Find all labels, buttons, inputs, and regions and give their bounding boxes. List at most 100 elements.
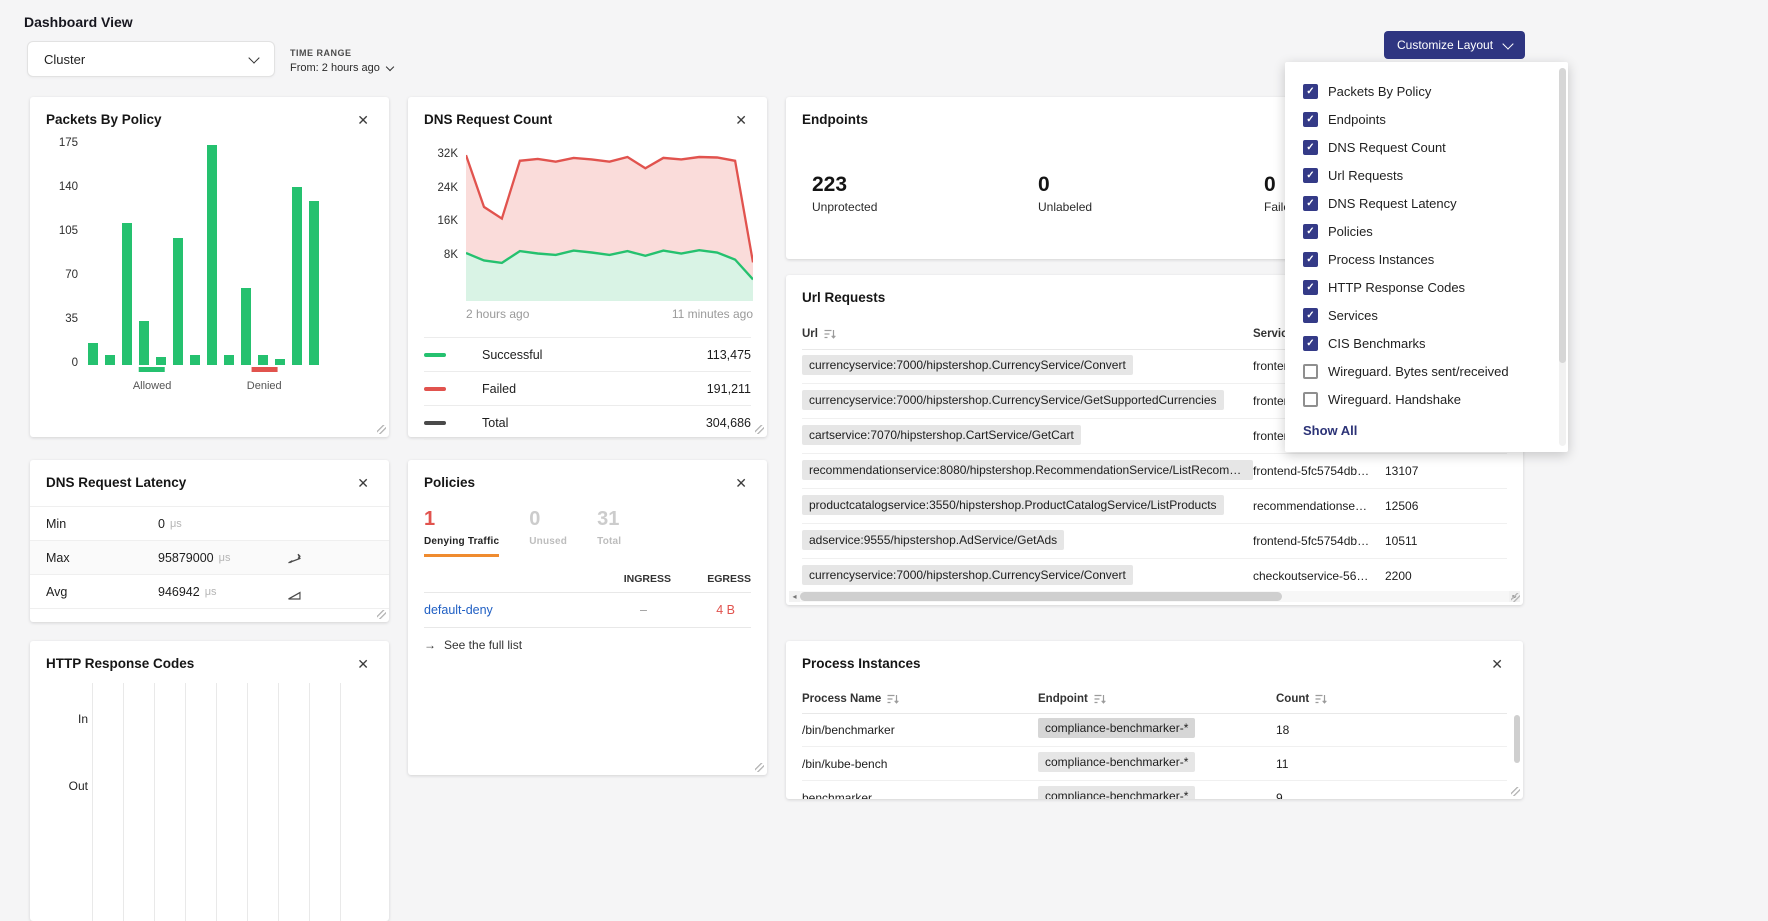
sort-icon[interactable] — [887, 694, 899, 704]
see-full-list-link[interactable]: → See the full list — [424, 638, 522, 652]
table-row[interactable]: /bin/kube-benchcompliance-benchmarker-*1… — [802, 747, 1507, 781]
close-icon[interactable]: ✕ — [357, 657, 369, 671]
table-row[interactable]: benchmarkercompliance-benchmarker-*9 — [802, 781, 1507, 799]
menu-item[interactable]: ✓Services — [1285, 301, 1568, 329]
menu-item[interactable]: ✓Url Requests — [1285, 161, 1568, 189]
menu-item[interactable]: ✓CIS Benchmarks — [1285, 329, 1568, 357]
sort-icon[interactable] — [1315, 694, 1327, 704]
url-cell: currencyservice:7000/hipstershop.Currenc… — [802, 390, 1253, 413]
menu-item[interactable]: ✓ DNS Request Count — [1285, 133, 1568, 161]
packets-xaxis: AllowedDenied — [88, 367, 355, 411]
policy-stat[interactable]: 31Total — [597, 508, 621, 547]
x-axis-label: 2 hours ago — [466, 307, 529, 321]
checkbox-icon[interactable]: ✓ — [1303, 84, 1318, 99]
sort-icon[interactable] — [824, 329, 836, 339]
menu-item-label: Process Instances — [1328, 252, 1434, 267]
checkbox-icon[interactable] — [1303, 364, 1318, 379]
scrollbar-track[interactable] — [800, 591, 1509, 602]
customize-layout-button[interactable]: Customize Layout — [1384, 31, 1525, 59]
resize-handle[interactable] — [1511, 593, 1520, 602]
latency-stat-unit: μs — [205, 586, 217, 598]
menu-scrollbar[interactable] — [1559, 68, 1566, 446]
latency-stat-value: 946942 — [158, 585, 200, 599]
checkbox-icon[interactable] — [1303, 392, 1318, 407]
url-chip: productcatalogservice:3550/hipstershop.P… — [802, 495, 1224, 515]
column-header[interactable]: Process Name — [802, 693, 1038, 705]
stat-label: Unused — [529, 536, 567, 547]
endpoint-chip: compliance-benchmarker-* — [1038, 786, 1195, 799]
y-tick-label: 175 — [59, 137, 78, 149]
arrow-right-icon: → — [424, 638, 436, 652]
time-range-value[interactable]: From: 2 hours ago — [290, 62, 380, 74]
menu-item-label: DNS Request Count — [1328, 140, 1446, 155]
menu-item[interactable]: ✓DNS Request Latency — [1285, 189, 1568, 217]
legend-color-dash — [424, 387, 446, 391]
y-tick-label: 140 — [59, 181, 78, 193]
resize-handle[interactable] — [755, 425, 764, 434]
sparkline-chart — [285, 548, 373, 568]
process-name-cell: /bin/benchmarker — [802, 723, 1038, 737]
scroll-left-icon[interactable]: ◂ — [789, 591, 800, 602]
checkbox-icon[interactable]: ✓ — [1303, 336, 1318, 351]
menu-item[interactable]: ✓Endpoints — [1285, 105, 1568, 133]
checkbox-icon[interactable]: ✓ — [1303, 252, 1318, 267]
sort-icon[interactable] — [1094, 694, 1106, 704]
checkbox-icon[interactable]: ✓ — [1303, 196, 1318, 211]
menu-item[interactable]: ✓HTTP Response Codes — [1285, 273, 1568, 301]
column-header[interactable]: Count — [1276, 693, 1507, 705]
url-chip: currencyservice:7000/hipstershop.Currenc… — [802, 355, 1133, 375]
card-title: DNS Request Count — [424, 112, 552, 127]
table-row[interactable]: recommendationservice:8080/hipstershop.R… — [802, 454, 1507, 489]
checkbox-icon[interactable]: ✓ — [1303, 112, 1318, 127]
stat-label: Unlabeled — [1038, 200, 1264, 214]
column-header: EGRESS — [671, 573, 751, 585]
table-row[interactable]: adservice:9555/hipstershop.AdService/Get… — [802, 524, 1507, 559]
table-row[interactable]: /bin/benchmarkercompliance-benchmarker-*… — [802, 713, 1507, 747]
horizontal-scrollbar[interactable]: ◂ ▸ — [789, 591, 1520, 602]
bar — [139, 321, 149, 365]
checkbox-icon[interactable]: ✓ — [1303, 224, 1318, 239]
menu-item[interactable]: ✓ Process Instances — [1285, 245, 1568, 273]
policy-name-link[interactable]: default-deny — [424, 603, 591, 617]
table-row[interactable]: productcatalogservice:3550/hipstershop.P… — [802, 489, 1507, 524]
page-title: Dashboard View — [24, 14, 133, 30]
policy-stat[interactable]: 1Denying Traffic — [424, 508, 499, 557]
service-cell: frontend-5fc5754db… — [1253, 464, 1385, 478]
menu-item[interactable]: ✓Packets By Policy — [1285, 77, 1568, 105]
resize-handle[interactable] — [755, 763, 764, 772]
close-icon[interactable]: ✕ — [357, 113, 369, 127]
menu-item[interactable]: Wireguard. Bytes sent/received — [1285, 357, 1568, 385]
close-icon[interactable]: ✕ — [1491, 657, 1503, 671]
show-all-link[interactable]: Show All — [1285, 413, 1568, 440]
close-icon[interactable]: ✕ — [735, 476, 747, 490]
checkbox-icon[interactable]: ✓ — [1303, 308, 1318, 323]
time-range[interactable]: TIME RANGE From: 2 hours ago — [290, 48, 393, 74]
resize-handle[interactable] — [377, 610, 386, 619]
table-row[interactable]: currencyservice:7000/hipstershop.Currenc… — [802, 559, 1507, 594]
resize-handle[interactable] — [377, 425, 386, 434]
close-icon[interactable]: ✕ — [357, 476, 369, 490]
chevron-down-icon — [386, 62, 394, 70]
card-title: Process Instances — [802, 656, 921, 671]
checkbox-icon[interactable]: ✓ — [1303, 168, 1318, 183]
y-tick-label: 35 — [65, 313, 78, 325]
table-row[interactable]: default-deny–4 B — [424, 592, 751, 628]
checkbox-icon[interactable]: ✓ — [1303, 280, 1318, 295]
service-cell: frontend-5fc5754db… — [1253, 534, 1385, 548]
dns-legend: Successful113,475Failed191,211Total304,6… — [424, 337, 751, 440]
scrollbar-thumb[interactable] — [800, 592, 1282, 601]
view-selector[interactable]: Cluster — [27, 41, 275, 77]
policy-stat[interactable]: 0Unused — [529, 508, 567, 547]
vertical-scrollbar[interactable] — [1514, 715, 1520, 795]
packets-plot — [88, 143, 355, 365]
column-header[interactable]: Endpoint — [1038, 693, 1276, 705]
menu-item[interactable]: Wireguard. Handshake — [1285, 385, 1568, 413]
y-tick-label: 0 — [72, 357, 78, 369]
resize-handle[interactable] — [1511, 787, 1520, 796]
checkbox-icon[interactable]: ✓ — [1303, 140, 1318, 155]
close-icon[interactable]: ✕ — [735, 113, 747, 127]
latency-stat-label: Max — [46, 551, 158, 565]
menu-item[interactable]: ✓Policies — [1285, 217, 1568, 245]
url-cell: cartservice:7070/hipstershop.CartService… — [802, 425, 1253, 448]
column-header[interactable]: Url — [802, 328, 1253, 340]
